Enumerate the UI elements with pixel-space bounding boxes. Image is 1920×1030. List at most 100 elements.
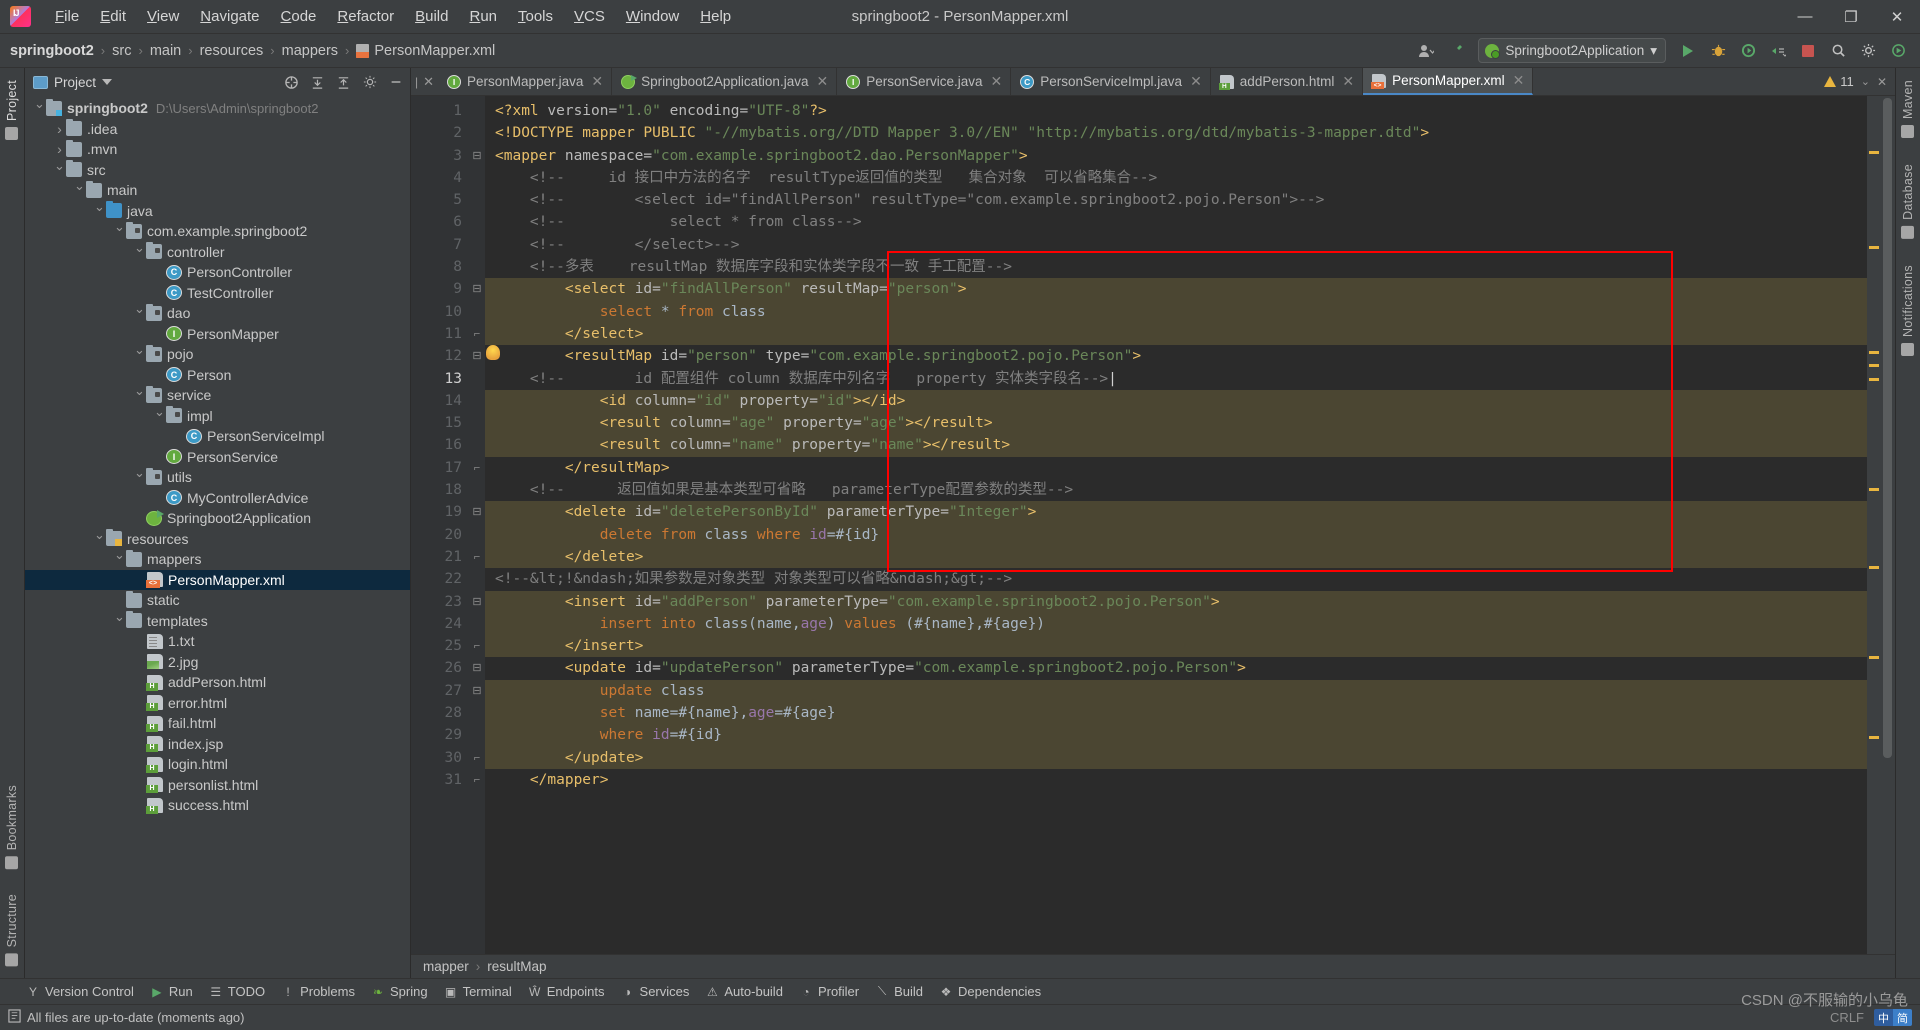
menu-item-code[interactable]: Code [271, 4, 327, 29]
code-line[interactable]: delete from class where id=#{id} [485, 523, 1867, 546]
tree-node[interactable]: success.html [25, 795, 410, 816]
fold-start-icon[interactable]: ⊟ [469, 501, 485, 523]
code-line[interactable]: <mapper namespace="com.example.springboo… [485, 145, 1867, 167]
rail-item-project[interactable]: Project [5, 74, 19, 146]
chevron-down-icon[interactable] [102, 79, 113, 85]
tab-close-icon[interactable]: ✕ [1190, 73, 1202, 90]
run-with-coverage-button[interactable] [1734, 38, 1762, 64]
more-run-options-icon[interactable] [1764, 38, 1792, 64]
chevron-down-icon[interactable] [133, 387, 146, 403]
tool-button-terminal[interactable]: ▣ Terminal [444, 984, 512, 999]
run-button[interactable] [1674, 38, 1702, 64]
code-line[interactable]: where id=#{id} [485, 724, 1867, 747]
close-inspection-icon[interactable]: ✕ [1877, 75, 1887, 89]
chevron-down-icon[interactable] [153, 408, 166, 424]
code-line[interactable]: <!-- select * from class--> [485, 211, 1867, 233]
tree-node[interactable]: C MyControllerAdvice [25, 488, 410, 509]
tool-button-problems[interactable]: ! Problems [281, 984, 355, 999]
rail-item-structure[interactable]: Structure [5, 888, 19, 972]
fold-start-icon[interactable]: ⊟ [469, 145, 485, 167]
code-line[interactable]: <!-- 返回值如果是基本类型可省略 parameterType配置参数的类型-… [485, 479, 1867, 501]
breadcrumb-item-personmapper-xml[interactable]: PersonMapper.xml [356, 43, 495, 59]
code-line[interactable]: <insert id="addPerson" parameterType="co… [485, 590, 1867, 613]
maximize-button[interactable]: ❐ [1828, 0, 1874, 33]
debug-button[interactable] [1704, 38, 1732, 64]
warning-marker[interactable] [1869, 151, 1879, 154]
code-line[interactable]: insert into class(name,age) values (#{na… [485, 612, 1867, 636]
fold-start-icon[interactable]: ⊟ [469, 345, 485, 367]
tree-node[interactable]: personlist.html [25, 775, 410, 796]
main-menu[interactable]: File Edit View Navigate Code Refactor Build Run… [45, 4, 741, 29]
code-line[interactable]: <result column="name" property="name"></… [485, 434, 1867, 457]
tree-node[interactable]: fail.html [25, 713, 410, 734]
menu-item-view[interactable]: View [137, 4, 189, 29]
tree-node[interactable]: controller [25, 242, 410, 263]
settings-gear-icon[interactable] [1854, 38, 1882, 64]
fold-end-icon[interactable]: ⌐ [469, 747, 485, 769]
fold-start-icon[interactable]: ⊟ [469, 591, 485, 613]
code-line[interactable]: update class [485, 679, 1867, 703]
code-line[interactable]: <!--多表 resultMap 数据库字段和实体类字段不一致 手工配置--> [485, 256, 1867, 278]
menu-item-vcs[interactable]: VCS [564, 4, 615, 29]
tool-button-profiler[interactable]: ◔ Profiler [799, 984, 859, 999]
tree-node[interactable]: C TestController [25, 283, 410, 304]
chevron-down-icon[interactable] [93, 531, 106, 547]
tree-node[interactable]: addPerson.html [25, 672, 410, 693]
code-line[interactable]: <update id="updatePerson" parameterType=… [485, 657, 1867, 679]
chevron-down-icon[interactable] [133, 469, 146, 485]
project-pane-title[interactable]: Project [33, 75, 113, 90]
stop-button[interactable] [1794, 38, 1822, 64]
chevron-down-icon[interactable] [133, 346, 146, 362]
tool-button-auto-build[interactable]: ⚠ Auto-build [705, 984, 783, 999]
chevron-down-icon[interactable] [113, 551, 126, 567]
tool-button-spring[interactable]: ❧ Spring [371, 984, 428, 999]
breadcrumb-item-mappers[interactable]: mappers [282, 43, 338, 59]
tree-node[interactable]: .idea [25, 119, 410, 140]
rail-item-bookmarks[interactable]: Bookmarks [5, 779, 19, 875]
build-hammer-icon[interactable] [1442, 38, 1470, 64]
expand-all-icon[interactable] [309, 74, 326, 91]
tree-node[interactable]: I PersonService [25, 447, 410, 468]
code-line[interactable]: </delete> [485, 545, 1867, 569]
tree-node[interactable]: C PersonServiceImpl [25, 426, 410, 447]
tab-close-icon[interactable]: ✕ [1513, 72, 1525, 89]
project-tree[interactable]: springboot2 D:\Users\Admin\springboot2 .id… [25, 96, 410, 978]
code-line[interactable]: </insert> [485, 635, 1867, 658]
warning-marker[interactable] [1869, 566, 1879, 569]
chevron-down-icon[interactable] [113, 223, 126, 239]
chevron-right-icon[interactable] [53, 121, 66, 137]
menu-item-build[interactable]: Build [405, 4, 458, 29]
warning-count-badge[interactable]: 11 [1824, 74, 1854, 89]
chevron-down-icon[interactable]: ⌄ [1861, 75, 1870, 88]
editor-marker-column[interactable] [1867, 96, 1881, 954]
tree-node[interactable]: pojo [25, 344, 410, 365]
hide-pane-icon[interactable] [387, 74, 404, 91]
chevron-down-icon[interactable] [113, 613, 126, 629]
fold-end-icon[interactable]: ⌐ [469, 546, 485, 568]
warning-marker[interactable] [1869, 488, 1879, 491]
fold-start-icon[interactable]: ⊟ [469, 278, 485, 300]
code-line[interactable]: <?xml version="1.0" encoding="UTF-8"?> [485, 100, 1867, 122]
tree-node[interactable]: error.html [25, 693, 410, 714]
tree-node[interactable]: C Person [25, 365, 410, 386]
warning-marker[interactable] [1869, 736, 1879, 739]
tree-node-selected[interactable]: PersonMapper.xml [25, 569, 410, 590]
code-line[interactable]: </resultMap> [485, 457, 1867, 479]
tree-node[interactable]: templates [25, 611, 410, 632]
tool-button-build[interactable]: ⟍ Build [875, 984, 923, 999]
tree-node[interactable]: 2.jpg [25, 652, 410, 673]
breadcrumb-item-resources[interactable]: resources [200, 43, 264, 59]
tool-button-endpoints[interactable]: Ŵ Endpoints [528, 984, 605, 999]
tool-button-services[interactable]: ◑ Services [621, 984, 689, 999]
code-line[interactable]: <!DOCTYPE mapper PUBLIC "-//mybatis.org/… [485, 122, 1867, 144]
editor-tab-personserviceimpl-java[interactable]: C PersonServiceImpl.java ✕ [1011, 68, 1211, 95]
tree-node[interactable]: mappers [25, 549, 410, 570]
tree-node[interactable]: Springboot2Application [25, 508, 410, 529]
rail-item-maven[interactable]: Maven [1901, 74, 1915, 144]
menu-item-navigate[interactable]: Navigate [190, 4, 269, 29]
chevron-right-icon[interactable] [53, 141, 66, 157]
tab-close-icon[interactable]: ✕ [1342, 73, 1354, 90]
fold-start-icon[interactable]: ⊟ [469, 657, 485, 679]
updates-icon[interactable] [1884, 38, 1912, 64]
code-line[interactable]: </mapper> [485, 769, 1867, 791]
